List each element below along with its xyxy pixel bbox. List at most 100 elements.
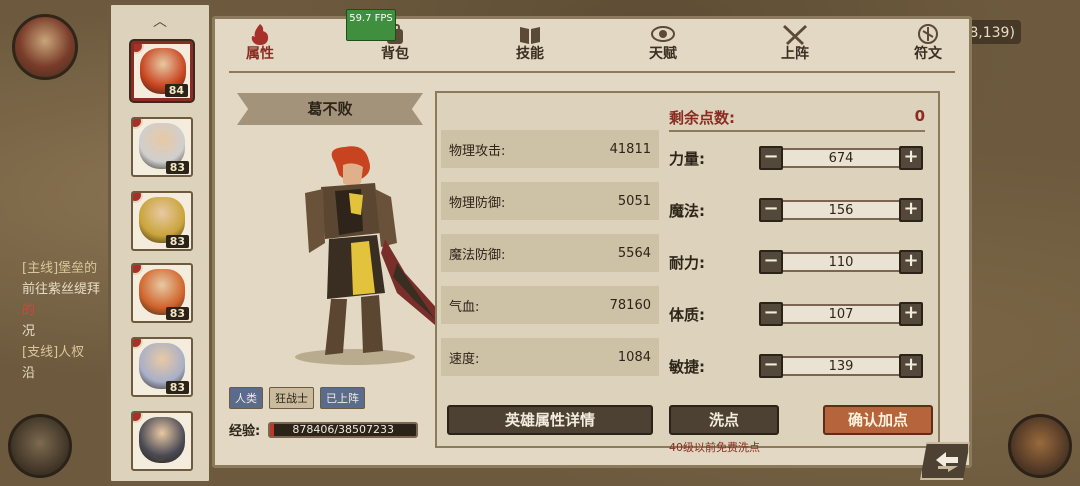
increase-button[interactable]: + <box>899 146 923 170</box>
attribute-row: 力量: −674 + <box>669 145 931 171</box>
increase-button[interactable]: + <box>899 302 923 326</box>
tab-label: 上阵 <box>781 46 809 62</box>
eye-icon <box>651 26 675 42</box>
remaining-points-label: 剩余点数: <box>669 109 735 127</box>
reset-points-button[interactable]: 洗点 <box>669 405 779 435</box>
stat-row: 魔法防御: 5564 <box>441 234 659 272</box>
hero-card[interactable]: 84 <box>131 41 193 101</box>
remaining-points: 剩余点数: 0 <box>669 107 925 132</box>
attribute-value: 156 <box>783 200 899 220</box>
stat-row: 速度: 1084 <box>441 338 659 376</box>
hero-level: 83 <box>165 161 189 174</box>
increase-button[interactable]: + <box>899 354 923 378</box>
hero-card[interactable]: 83 <box>131 191 193 251</box>
tab-label: 天赋 <box>649 46 677 62</box>
role-badge-icon <box>133 119 143 129</box>
hero-panel: 属性 背包 技能 天赋 上阵 符文 葛不败 人类 狂战士 已上阵 经验: 878406/3… <box>212 16 972 468</box>
stat-value: 41811 <box>609 141 651 157</box>
hero-details-button[interactable]: 英雄属性详情 <box>447 405 653 435</box>
status-tag: 已上阵 <box>320 387 365 409</box>
exp-bar: 878406/38507233 <box>268 421 419 438</box>
decrease-button[interactable]: − <box>759 354 783 378</box>
tab-label: 符文 <box>914 46 942 62</box>
tab-label: 属性 <box>246 46 274 62</box>
stat-value: 5564 <box>617 245 651 261</box>
player-avatar[interactable] <box>12 14 78 80</box>
tab-label: 技能 <box>516 46 544 62</box>
chat-button[interactable] <box>8 414 72 478</box>
increase-button[interactable]: + <box>899 198 923 222</box>
stat-label: 魔法防御: <box>449 247 506 263</box>
tab-crossed-swords[interactable]: 上阵 <box>760 19 830 69</box>
stat-row: 物理攻击: 41811 <box>441 130 659 168</box>
tab-rune[interactable]: 符文 <box>893 19 963 69</box>
quest-main-tag: [主线]堡垒的 <box>22 261 98 276</box>
decrease-button[interactable]: − <box>759 198 783 222</box>
tab-eye[interactable]: 天赋 <box>628 19 698 69</box>
tab-bar: 属性 背包 技能 天赋 上阵 符文 <box>215 19 969 69</box>
attribute-name: 力量: <box>669 149 705 168</box>
hero-level: 84 <box>164 84 188 97</box>
back-button[interactable] <box>920 442 970 480</box>
attribute-name: 耐力: <box>669 253 705 272</box>
decrease-button[interactable]: − <box>759 302 783 326</box>
attribute-value: 674 <box>783 148 899 168</box>
crossed-swords-icon <box>783 25 807 45</box>
reset-note: 40级以前免费洗点 <box>669 441 760 454</box>
hero-level: 83 <box>165 307 189 320</box>
quest-side-tag: [支线]人杈 <box>22 345 85 360</box>
tab-label: 背包 <box>381 46 409 62</box>
quest-side-text: 沿 <box>22 366 36 381</box>
stat-value: 5051 <box>617 193 651 209</box>
attribute-row: 魔法: −156 + <box>669 197 931 223</box>
tab-book[interactable]: 技能 <box>495 19 565 69</box>
attribute-value: 110 <box>783 252 899 272</box>
increase-button[interactable]: + <box>899 250 923 274</box>
quest-main-extra: 的 <box>22 303 36 318</box>
decrease-button[interactable]: − <box>759 250 783 274</box>
attribute-name: 魔法: <box>669 201 705 220</box>
attribute-name: 体质: <box>669 305 705 324</box>
tab-divider <box>229 71 955 73</box>
hero-list[interactable]: ︿ 84 83 83 83 83 ﹀ <box>108 2 212 484</box>
scroll-up-icon[interactable]: ︿ <box>153 11 167 31</box>
remaining-points-value: 0 <box>914 107 925 125</box>
attribute-value: 139 <box>783 356 899 376</box>
hero-card[interactable]: 83 <box>131 337 193 397</box>
stat-label: 物理防御: <box>449 195 506 211</box>
tab-flame[interactable]: 属性 <box>225 19 295 69</box>
quest-tracker[interactable]: [主线]堡垒的 前往紫丝缇拜 的 况 [支线]人杈 沿 <box>22 258 112 384</box>
hero-card[interactable]: 83 <box>131 263 193 323</box>
class-tag: 狂战士 <box>269 387 314 409</box>
exp-text: 878406/38507233 <box>292 422 395 436</box>
hero-level: 83 <box>165 235 189 248</box>
book-icon <box>520 27 540 44</box>
attribute-name: 敏捷: <box>669 357 705 376</box>
quest-main-tail: 况 <box>22 324 36 339</box>
exp-label: 经验: <box>229 424 261 439</box>
quest-main-text: 前往紫丝缇拜 <box>22 282 101 297</box>
hero-card[interactable]: 83 <box>131 117 193 177</box>
stat-row: 气血: 78160 <box>441 286 659 324</box>
back-arrow-icon <box>936 452 958 472</box>
hero-portrait <box>295 146 441 365</box>
role-badge-icon <box>133 339 143 349</box>
hero-tags: 人类 狂战士 已上阵 <box>229 387 365 409</box>
stat-label: 物理攻击: <box>449 143 506 159</box>
attribute-value: 107 <box>783 304 899 324</box>
attribute-row: 耐力: −110 + <box>669 249 931 275</box>
attribute-row: 敏捷: −139 + <box>669 353 931 379</box>
stat-value: 1084 <box>617 349 651 365</box>
hero-name: 葛不败 <box>237 93 423 125</box>
role-badge-icon <box>133 265 143 275</box>
scroll-down-icon[interactable]: ﹀ <box>153 453 167 473</box>
stat-label: 气血: <box>449 299 480 315</box>
race-tag: 人类 <box>229 387 263 409</box>
fps-counter: 59.7 FPS <box>346 9 396 41</box>
stat-value: 78160 <box>609 297 651 313</box>
confirm-points-button[interactable]: 确认加点 <box>823 405 933 435</box>
decrease-button[interactable]: − <box>759 146 783 170</box>
town-button[interactable] <box>1008 414 1072 478</box>
stats-panel: 物理攻击: 41811 物理防御: 5051 魔法防御: 5564 气血: 78160 速度: 1… <box>435 91 940 454</box>
stat-label: 速度: <box>449 351 480 367</box>
